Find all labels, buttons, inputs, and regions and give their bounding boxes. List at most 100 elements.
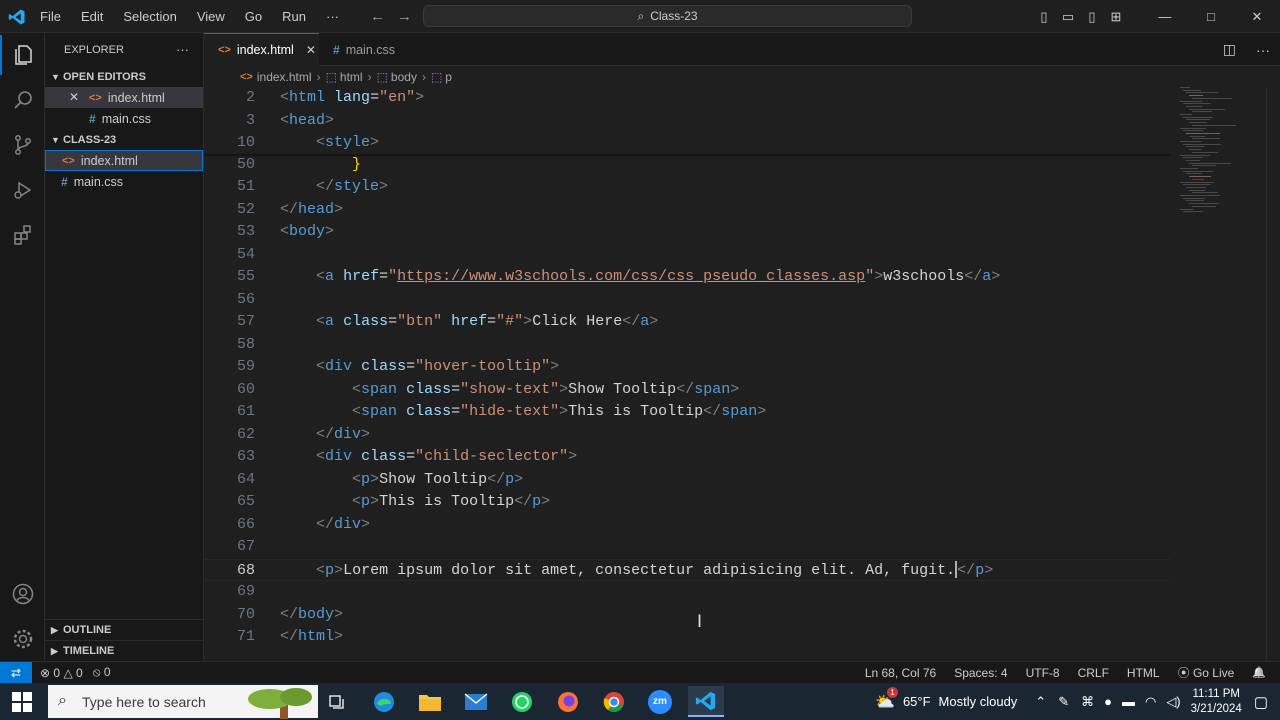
breadcrumb-body[interactable]: body — [391, 70, 417, 84]
code-line[interactable]: 58 — [204, 334, 1170, 357]
menu-edit[interactable]: Edit — [71, 9, 113, 24]
wifi-icon[interactable]: ◠ — [1145, 694, 1156, 710]
source-control-icon[interactable] — [0, 125, 45, 165]
edge-icon[interactable] — [366, 686, 402, 717]
code-line[interactable]: 60 <span class="show-text">Show Tooltip<… — [204, 379, 1170, 402]
mail-icon[interactable] — [458, 686, 494, 717]
code-line[interactable]: 55 <a href="https://www.w3schools.com/cs… — [204, 266, 1170, 289]
minimize-button[interactable]: — — [1142, 0, 1188, 33]
whatsapp-icon[interactable] — [504, 686, 540, 717]
code-editor[interactable]: 2 <html lang="en"> 3 <head> 10 <style> 50 } 51… — [204, 87, 1280, 661]
weather-widget[interactable]: ⛅ 1 65°F Mostly cloudy — [875, 686, 1017, 712]
open-editors-section[interactable]: ▼ OPEN EDITORS — [45, 66, 203, 87]
ports-indicator[interactable]: ⦸ 0 — [93, 665, 111, 680]
chrome-icon[interactable] — [596, 686, 632, 717]
file-tree-item[interactable]: <> index.html — [45, 150, 203, 171]
pen-icon[interactable]: ✎ — [1058, 694, 1069, 710]
folder-section[interactable]: ▼ CLASS-23 — [45, 129, 203, 150]
notifications-bell-icon[interactable]: 🔔 — [1252, 666, 1266, 679]
task-view-icon[interactable] — [319, 686, 355, 717]
microphone-icon[interactable]: ● — [1104, 694, 1112, 709]
close-tab-icon[interactable]: ✕ — [306, 43, 316, 57]
cursor-position[interactable]: Ln 68, Col 76 — [865, 666, 936, 680]
vertical-scrollbar[interactable] — [1266, 87, 1280, 661]
code-line[interactable]: 61 <span class="hide-text">This is Toolt… — [204, 401, 1170, 424]
customize-layout-icon[interactable]: ⊞ — [1104, 0, 1128, 33]
toggle-panel-icon[interactable]: ▭ — [1056, 0, 1080, 33]
code-line[interactable]: 68 <p>Lorem ipsum dolor sit amet, consec… — [204, 558, 1170, 581]
code-line[interactable]: 2 <html lang="en"> — [204, 87, 1170, 110]
tab-main-css[interactable]: # main.css — [319, 33, 427, 66]
close-editor-icon[interactable]: ✕ — [69, 90, 79, 104]
code-line[interactable]: 53 <body> — [204, 221, 1170, 244]
menu-more[interactable]: ··· — [316, 9, 349, 24]
close-window-button[interactable]: ✕ — [1234, 0, 1280, 33]
code-line[interactable]: 62 </div> — [204, 424, 1170, 447]
run-debug-icon[interactable] — [0, 170, 45, 210]
menu-view[interactable]: View — [187, 9, 235, 24]
toggle-sidebar-icon[interactable]: ▯ — [1032, 0, 1056, 33]
open-editor-item[interactable]: # main.css — [45, 108, 203, 129]
command-center[interactable]: ⌕ Class-23 — [423, 5, 912, 27]
code-line[interactable]: 3 <head> — [204, 110, 1170, 133]
tab-index-html[interactable]: <> index.html ✕ — [204, 33, 319, 66]
code-line[interactable]: 66 </div> — [204, 514, 1170, 537]
remote-indicator-icon[interactable]: ⇄ — [0, 662, 32, 683]
firefox-icon[interactable] — [550, 686, 586, 717]
code-line[interactable]: 54 — [204, 244, 1170, 267]
language-mode[interactable]: HTML — [1127, 666, 1160, 680]
code-line[interactable]: 70 </body> — [204, 604, 1170, 627]
accounts-icon[interactable] — [0, 574, 45, 614]
indentation[interactable]: Spaces: 4 — [954, 666, 1007, 680]
breadcrumb-html[interactable]: html — [340, 70, 363, 84]
meet-now-icon[interactable]: ⌘ — [1081, 694, 1094, 710]
code-line[interactable]: 63 <div class="child-seclector"> — [204, 446, 1170, 469]
menu-go[interactable]: Go — [235, 9, 272, 24]
maximize-button[interactable]: □ — [1188, 0, 1234, 33]
menu-run[interactable]: Run — [272, 9, 316, 24]
toggle-secondary-sidebar-icon[interactable]: ▯ — [1080, 0, 1104, 33]
file-tree-item[interactable]: # main.css — [45, 171, 203, 192]
split-editor-icon[interactable]: ◫ — [1223, 41, 1236, 58]
clock[interactable]: 11:11 PM 3/21/2024 — [1191, 687, 1242, 717]
encoding[interactable]: UTF-8 — [1026, 666, 1060, 680]
code-line[interactable]: 64 <p>Show Tooltip</p> — [204, 469, 1170, 492]
go-live-button[interactable]: ⦿ Go Live — [1178, 664, 1235, 681]
more-actions-icon[interactable]: ··· — [1256, 42, 1270, 58]
code-line[interactable]: 51 </style> — [204, 176, 1170, 199]
breadcrumb-p[interactable]: p — [445, 70, 452, 84]
extensions-icon[interactable] — [0, 215, 45, 255]
zoom-icon[interactable]: zm — [642, 686, 678, 717]
settings-gear-icon[interactable] — [0, 619, 45, 659]
code-line[interactable]: 59 <div class="hover-tooltip"> — [204, 356, 1170, 379]
menu-file[interactable]: File — [30, 9, 71, 24]
code-line[interactable]: 67 — [204, 536, 1170, 559]
breadcrumb-file[interactable]: index.html — [257, 70, 312, 84]
end-of-line[interactable]: CRLF — [1078, 666, 1109, 680]
volume-icon[interactable]: ◁) — [1166, 694, 1180, 710]
code-line[interactable]: 65 <p>This is Tooltip</p> — [204, 491, 1170, 514]
code-line[interactable]: 71 </html> — [204, 626, 1170, 649]
code-line[interactable]: 56 — [204, 289, 1170, 312]
file-explorer-icon[interactable] — [412, 686, 448, 717]
code-line[interactable]: 57 <a class="btn" href="#">Click Here</a… — [204, 311, 1170, 334]
outline-section[interactable]: ▶ OUTLINE — [45, 619, 204, 640]
back-arrow-icon[interactable]: ← — [370, 8, 397, 25]
vscode-taskbar-icon[interactable] — [688, 686, 724, 717]
show-hidden-icons-icon[interactable]: ⌃ — [1035, 694, 1046, 710]
open-editor-item[interactable]: ✕ <> index.html — [45, 87, 203, 108]
timeline-section[interactable]: ▶ TIMELINE — [45, 640, 204, 661]
explorer-icon[interactable] — [0, 35, 45, 75]
network-icon[interactable]: ▬ — [1122, 694, 1135, 709]
search-icon[interactable] — [0, 80, 45, 120]
code-line[interactable]: 69 — [204, 581, 1170, 604]
menu-selection[interactable]: Selection — [113, 9, 186, 24]
notification-center-icon[interactable]: ▢ — [1254, 693, 1268, 711]
windows-start-icon[interactable] — [12, 692, 32, 712]
problems-indicator[interactable]: ⊗ 0 △ 0 — [40, 666, 83, 680]
forward-arrow-icon[interactable]: → — [397, 8, 424, 25]
code-line[interactable]: 52 </head> — [204, 199, 1170, 222]
code-line[interactable]: 10 <style> — [204, 132, 1170, 155]
more-actions-icon[interactable]: ··· — [176, 42, 189, 57]
minimap[interactable] — [1174, 87, 1264, 227]
